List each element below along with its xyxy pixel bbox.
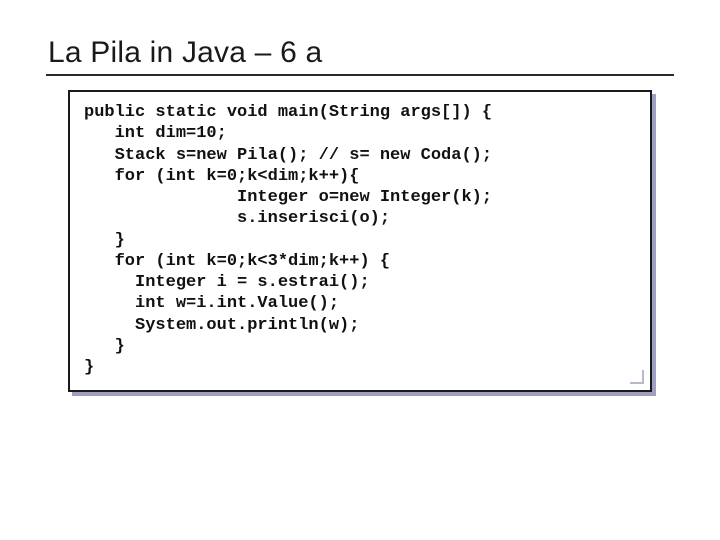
slide-title: La Pila in Java – 6 a — [48, 36, 674, 70]
slide: La Pila in Java – 6 a public static void… — [0, 0, 720, 540]
title-underline — [46, 74, 674, 76]
code-block: public static void main(String args[]) {… — [68, 90, 652, 392]
code-content: public static void main(String args[]) {… — [84, 102, 636, 378]
fold-corner-icon — [630, 370, 644, 384]
